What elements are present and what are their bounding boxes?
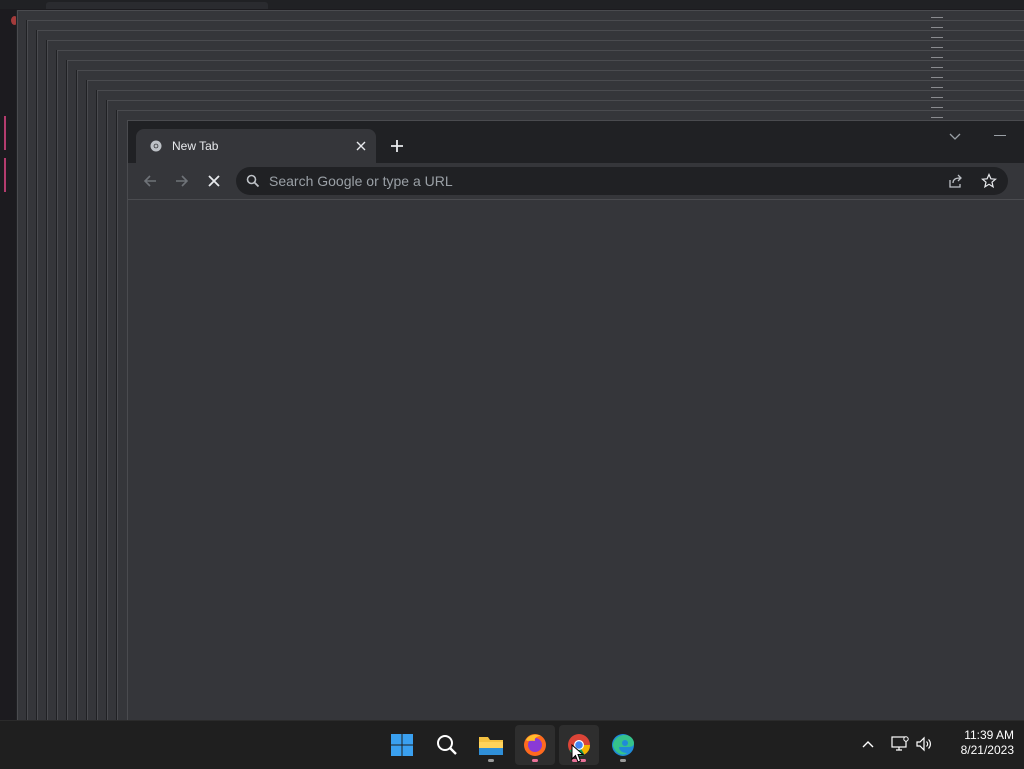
speaker-icon	[916, 736, 931, 752]
bookmark-button[interactable]	[980, 172, 998, 190]
folder-icon	[479, 737, 503, 755]
running-indicator	[620, 759, 626, 762]
background-window-accent	[4, 116, 6, 150]
taskbar-file-explorer[interactable]	[471, 725, 511, 765]
window-trail-control	[931, 117, 943, 118]
taskbar: 11:39 AM 8/21/2023	[0, 720, 1024, 769]
network-button[interactable]	[890, 734, 910, 754]
chrome-favicon-icon	[150, 140, 162, 152]
network-icon	[891, 736, 909, 751]
close-icon	[356, 141, 366, 151]
clock-date: 8/21/2023	[960, 743, 1014, 757]
minimize-button[interactable]	[994, 135, 1006, 136]
share-button[interactable]	[947, 172, 965, 190]
taskbar-edge[interactable]	[603, 725, 643, 765]
back-button[interactable]	[138, 169, 162, 193]
window-trail-control	[931, 107, 943, 108]
chevron-up-icon	[862, 741, 874, 748]
tab-new-tab[interactable]: New Tab	[136, 129, 376, 163]
clock[interactable]: 11:39 AM 8/21/2023	[940, 728, 1014, 758]
show-hidden-icons-button[interactable]	[858, 734, 878, 754]
new-tab-button[interactable]	[386, 135, 408, 157]
window-trail-control	[931, 17, 943, 18]
star-icon	[981, 173, 997, 189]
browser-toolbar	[128, 163, 1024, 230]
tab-search-button[interactable]	[945, 130, 965, 144]
search-icon	[246, 174, 260, 188]
window-trail-control	[931, 57, 943, 58]
stop-loading-button[interactable]	[202, 169, 226, 193]
edge-icon	[612, 734, 634, 756]
window-trail-control	[931, 27, 943, 28]
omnibox[interactable]	[236, 167, 1008, 195]
close-icon	[208, 175, 220, 187]
firefox-icon	[524, 734, 546, 756]
window-trail-control	[931, 77, 943, 78]
window-trail-control	[931, 67, 943, 68]
running-indicator	[532, 759, 538, 762]
desktop: New Tab	[0, 0, 1024, 720]
taskbar-firefox[interactable]	[515, 725, 555, 765]
start-button[interactable]	[382, 725, 422, 765]
forward-button[interactable]	[170, 169, 194, 193]
background-window-tab	[46, 2, 268, 9]
running-indicator	[488, 759, 494, 762]
close-tab-button[interactable]	[352, 137, 370, 155]
arrow-right-icon	[176, 175, 189, 187]
page-content	[128, 200, 1024, 720]
arrow-left-icon	[143, 175, 156, 187]
window-trail-control	[931, 87, 943, 88]
tab-title: New Tab	[172, 139, 219, 153]
background-window-titlebar	[0, 0, 1024, 9]
search-icon	[437, 735, 457, 755]
taskbar-search-button[interactable]	[427, 725, 467, 765]
window-trail-control	[931, 97, 943, 98]
windows-start-icon	[391, 734, 413, 756]
mouse-cursor-icon	[571, 744, 585, 763]
share-icon	[949, 174, 962, 188]
address-input[interactable]	[269, 167, 909, 195]
plus-icon	[391, 140, 403, 152]
chrome-window: New Tab	[127, 120, 1024, 720]
window-trail-control	[931, 47, 943, 48]
clock-time: 11:39 AM	[964, 728, 1014, 742]
background-window-accent	[4, 158, 6, 192]
chevron-down-icon	[949, 133, 961, 140]
tab-strip: New Tab	[128, 121, 1024, 163]
volume-button[interactable]	[914, 734, 934, 754]
window-trail-control	[931, 37, 943, 38]
